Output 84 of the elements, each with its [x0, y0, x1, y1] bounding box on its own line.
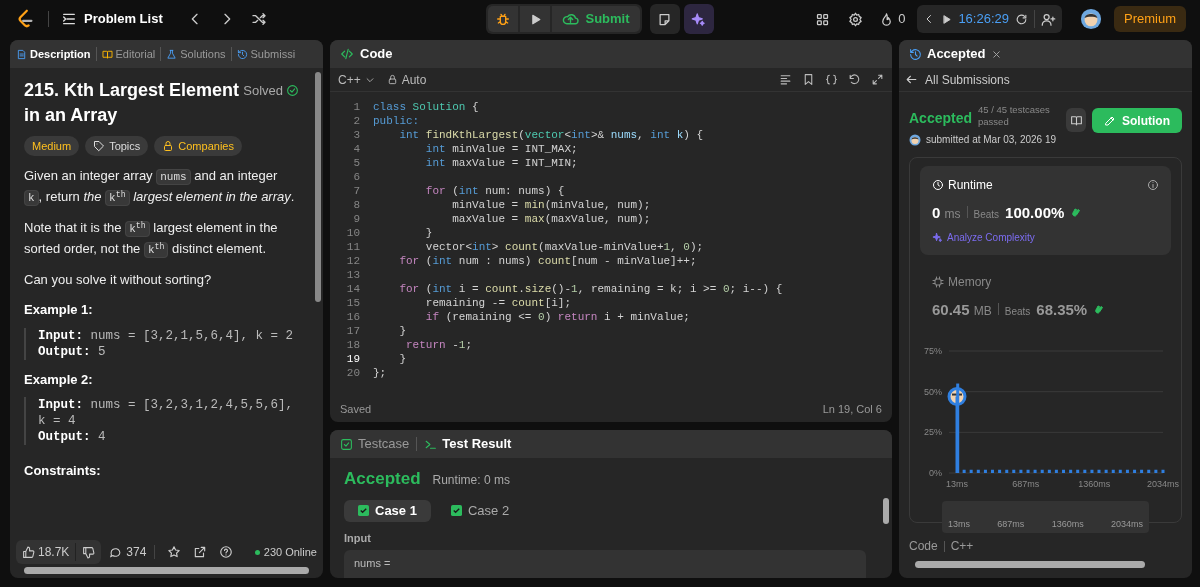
line-number: 17 — [345, 324, 360, 338]
code-line: int findKthLargest(vector<int>& nums, int k) { — [398, 128, 704, 142]
line-number: 16 — [345, 310, 360, 324]
line-number: 7 — [352, 184, 360, 198]
code-line: }; — [373, 366, 387, 380]
submission-verdict: Accepted — [909, 109, 973, 128]
beats-label: Beats — [1004, 304, 1031, 319]
beats-label: Beats — [973, 208, 1000, 222]
code-line: remaining -= count[i]; — [424, 296, 572, 310]
example-line: Input: nums = [3,2,3,1,2,4,5,5,6], k = 4 — [38, 397, 295, 429]
axis-label: 75% — [924, 346, 942, 356]
code-line: if (remaining <= 0) return i + minValue; — [424, 310, 690, 324]
brush-label: 2034ms — [1110, 517, 1143, 531]
problem-title: 215. Kth Largest Element in an Array — [24, 79, 241, 127]
code-line: for (int num : nums) count[num - minValue]++; — [398, 254, 697, 268]
line-number: 6 — [352, 170, 360, 184]
online-count: 230 Online — [254, 543, 317, 561]
code-line: maxValue = max(maxValue, num); — [451, 212, 651, 226]
line-number: 1 — [352, 100, 360, 114]
code-label: Code — [909, 538, 938, 555]
line-number: 8 — [352, 198, 360, 212]
line-number: 12 — [345, 254, 360, 268]
submitted-time: submitted at Mar 03, 2026 19 — [926, 133, 1057, 147]
code-line: for (int num: nums) { — [424, 184, 565, 198]
code-line: minValue = min(minValue, num); — [451, 198, 651, 212]
code-line: } — [398, 352, 406, 366]
cursor-position: Ln 19, Col 6 — [822, 401, 882, 417]
description-text: Note that it is the k$^{th}$ largest element in the sorted order, not the k$^{th}$ distinct element. — [24, 219, 279, 260]
line-number: 10 — [345, 226, 360, 240]
code-line: for (int i = count.size()-1, remaining = k; i >= 0; i--) { — [398, 282, 783, 296]
line-number: 11 — [345, 240, 360, 254]
line-number: 14 — [345, 282, 360, 296]
code-line: vector<int> count(maxValue-minValue+1, 0); — [424, 240, 704, 254]
beats-percent: 100.00% — [1005, 203, 1065, 223]
line-number: 13 — [345, 268, 360, 282]
axis-label: 25% — [924, 427, 942, 438]
code-line: } — [424, 226, 433, 240]
line-number: 5 — [352, 156, 360, 170]
metric-title: Memory — [932, 272, 992, 291]
code-line: } — [398, 324, 406, 338]
line-number: 3 — [352, 128, 360, 142]
axis-label: 1360ms — [1078, 479, 1111, 489]
beats-percent: 68.35% — [1036, 299, 1088, 320]
input-value-field: nums = — [344, 550, 866, 578]
testcases-text: 45 / 45 testcases passed — [978, 104, 1051, 128]
panel-title: Code — [360, 45, 393, 64]
code-language: C++ — [950, 538, 974, 555]
brush-label: 13ms — [948, 517, 970, 531]
runtime-text: Runtime: 0 ms — [432, 472, 510, 489]
line-number: 4 — [352, 142, 360, 156]
example-heading: Example 2: — [24, 370, 94, 389]
save-status: Saved — [340, 401, 372, 417]
example-heading: Example 1: — [24, 301, 94, 319]
solved-status: Solved — [243, 81, 299, 101]
metric-value: 0 ms — [932, 203, 961, 223]
code-line: int minValue = INT_MAX; — [424, 142, 578, 156]
description-text: Can you solve it without sorting? — [24, 271, 213, 289]
brush-label: 687ms — [997, 517, 1025, 531]
line-number: 15 — [345, 296, 360, 310]
code-line: int maxValue = INT_MIN; — [424, 156, 578, 170]
line-number: 19 — [345, 352, 360, 366]
brush-label: 1360ms — [1051, 517, 1084, 531]
axis-label: 687ms — [1012, 479, 1040, 489]
axis-label: 13ms — [946, 479, 968, 489]
axis-label: 0% — [929, 468, 942, 478]
example-line: Output: 4 — [38, 429, 107, 445]
metric-value: 60.45 MB — [932, 299, 992, 320]
code-line: public: — [373, 114, 420, 128]
line-number: 20 — [345, 366, 360, 380]
code-line: class Solution { — [373, 100, 479, 114]
example-line: Input: nums = [3,2,1,5,6,4], k = 2 — [38, 327, 295, 344]
axis-label: 2034ms — [1147, 479, 1179, 489]
axis-label: 50% — [924, 386, 942, 397]
line-number: 2 — [352, 114, 360, 128]
input-label: Input — [344, 530, 372, 546]
line-number: 9 — [352, 212, 360, 226]
code-line: return -1; — [405, 338, 473, 352]
result-verdict: Accepted — [344, 468, 421, 490]
line-number: 18 — [345, 338, 360, 352]
description-text: Given an integer array nums and an integer k , return the k$^{th}$ largest element in the array. — [24, 167, 296, 208]
metric-title: Runtime — [932, 176, 993, 194]
example-line: Output: 5 — [38, 343, 107, 360]
auto-mode-label: Auto — [386, 70, 427, 89]
constraints-heading: Constraints: — [24, 462, 102, 480]
